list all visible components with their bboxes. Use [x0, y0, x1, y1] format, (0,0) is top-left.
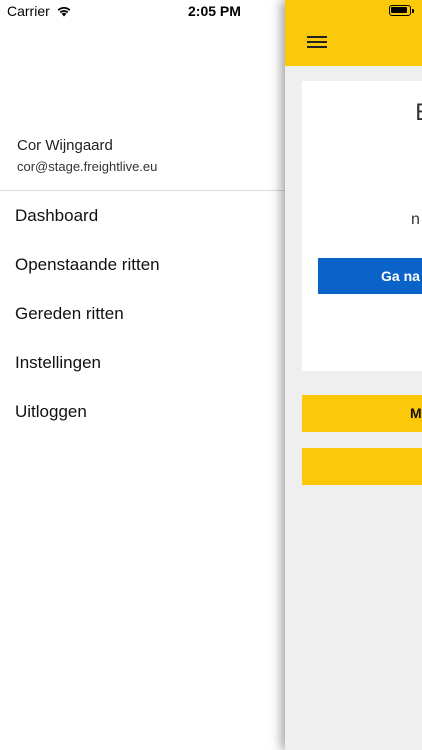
menu-item-dashboard[interactable]: Dashboard	[0, 194, 285, 243]
menu-item-openstaande-ritten[interactable]: Openstaande ritten	[0, 243, 285, 292]
menu-item-uitloggen[interactable]: Uitloggen	[0, 390, 285, 439]
drawer-menu: Dashboard Openstaande ritten Gereden rit…	[0, 194, 285, 439]
menu-item-instellingen[interactable]: Instellingen	[0, 341, 285, 390]
app-header	[285, 0, 422, 66]
main-panel[interactable]: E n Ga na M	[285, 0, 422, 750]
card-text: n	[411, 211, 420, 228]
wifi-icon	[57, 7, 71, 17]
divider	[0, 190, 285, 191]
navigation-drawer: Cor Wijngaard cor@stage.freightlive.eu D…	[0, 0, 285, 750]
battery-icon	[389, 5, 414, 16]
secondary-action-button[interactable]: M	[302, 395, 422, 432]
carrier-label: Carrier	[7, 3, 50, 19]
status-time: 2:05 PM	[188, 3, 241, 19]
card-heading: E	[415, 101, 422, 126]
hamburger-menu-icon[interactable]	[307, 34, 327, 50]
primary-action-button[interactable]: Ga na	[318, 258, 422, 294]
user-email: cor@stage.freightlive.eu	[17, 159, 158, 174]
tertiary-action-button[interactable]	[302, 448, 422, 485]
menu-item-gereden-ritten[interactable]: Gereden ritten	[0, 292, 285, 341]
status-bar: Carrier	[0, 0, 72, 22]
user-name: Cor Wijngaard	[17, 137, 113, 154]
dashboard-card: E n Ga na	[302, 81, 422, 371]
